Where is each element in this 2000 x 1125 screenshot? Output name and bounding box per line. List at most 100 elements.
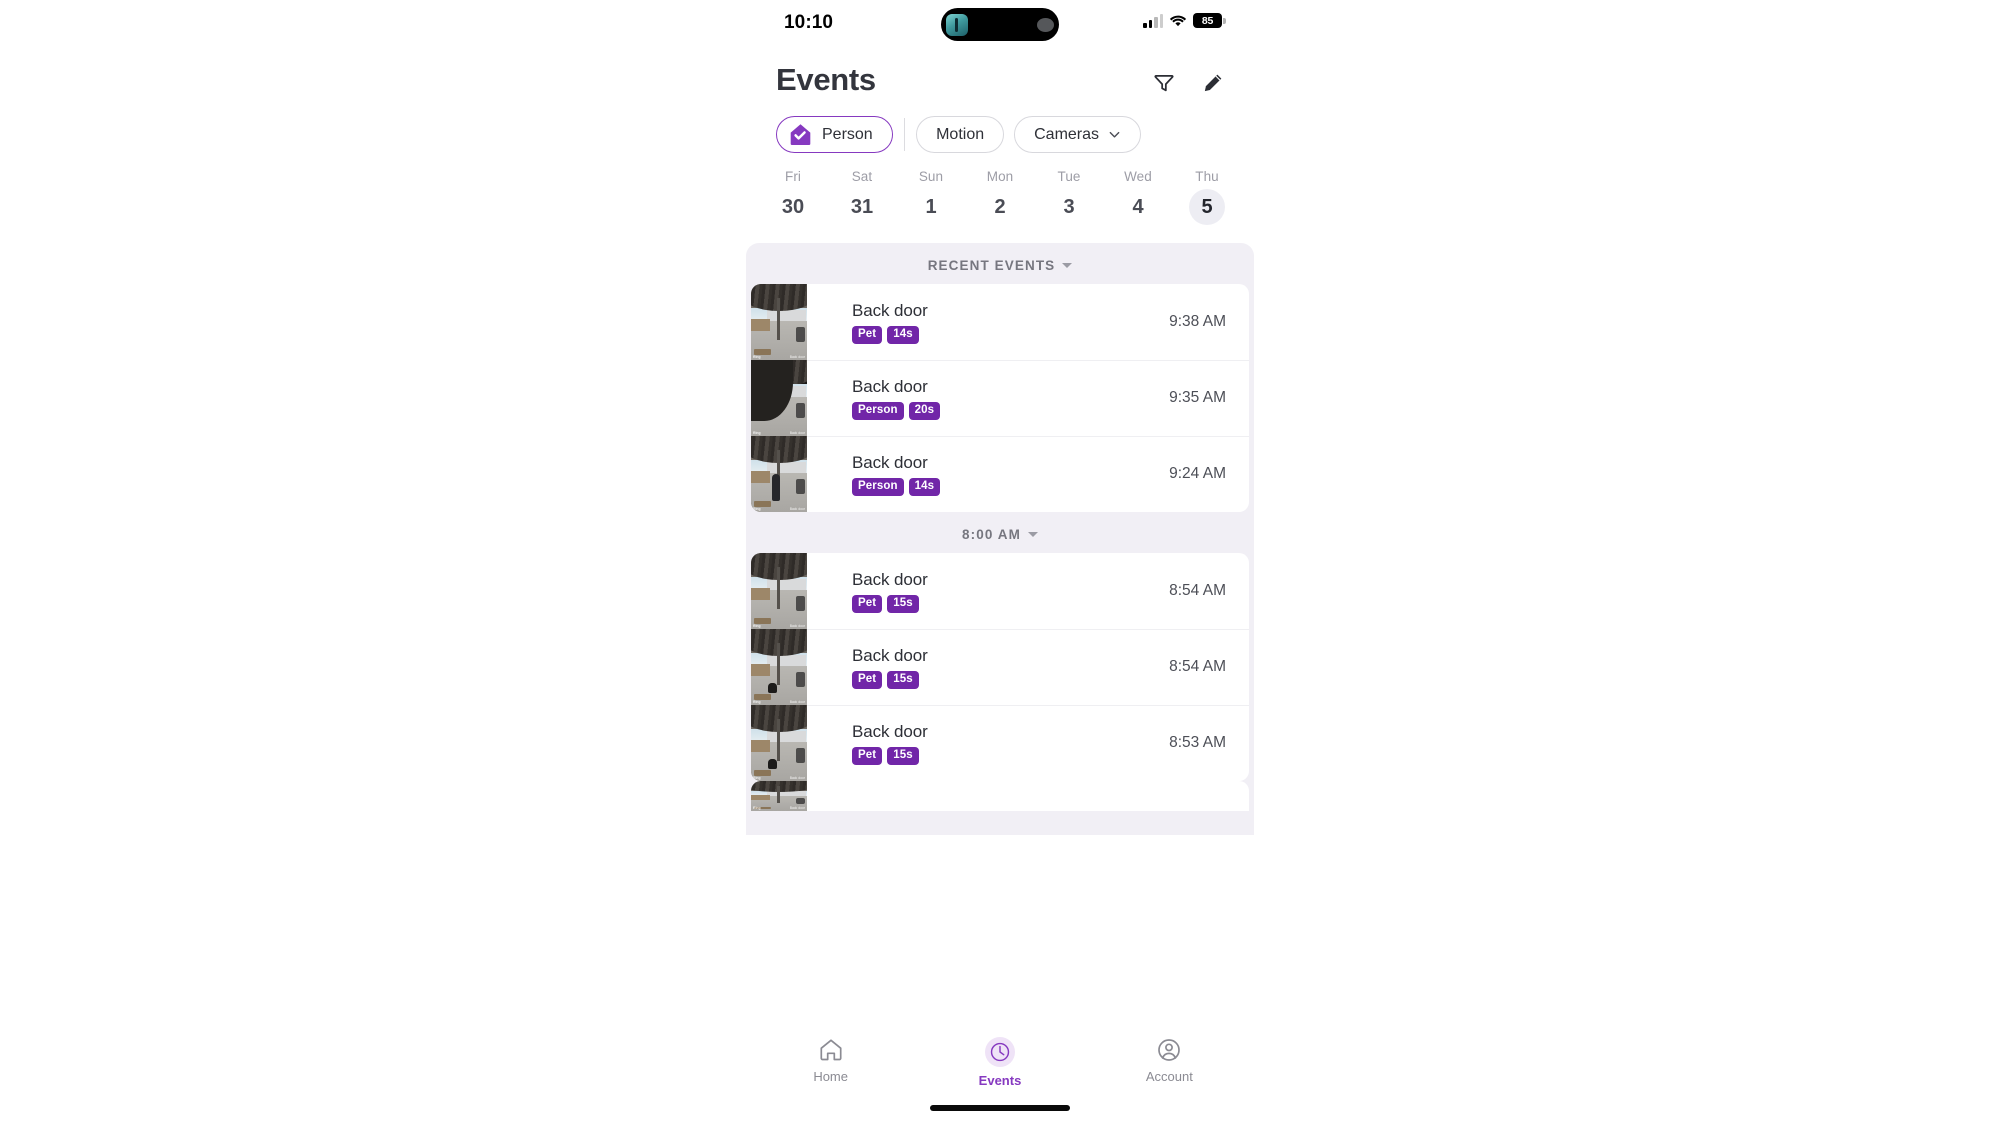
tab-events[interactable]: Events [915, 1037, 1084, 1088]
event-row-content: Back door Pet 15s 8:54 AM [807, 553, 1249, 629]
week-day-5[interactable]: Thu 5 [1184, 169, 1230, 225]
screenshot-canvas: 10:10 85 Events Person Motion Cameras Fr… [0, 0, 2000, 1125]
thumb-timestamp: Ring Back door [753, 507, 805, 511]
week-date-strip: Fri 30 Sat 31 Sun 1 Mon 2 Tue 3 Wed 4 Thu 5 [746, 153, 1254, 225]
filter-chip-motion-label: Motion [936, 125, 985, 143]
event-row-content: Back door Pet 14s 9:38 AM [807, 284, 1249, 360]
event-group-header[interactable]: 8:00 AM [746, 512, 1254, 553]
week-day-31[interactable]: Sat 31 [839, 169, 885, 225]
event-time: 9:24 AM [1169, 465, 1226, 482]
event-details: Back door Pet 15s [852, 570, 928, 613]
events-scroll-area[interactable]: RECENT EVENTS Ring Back door Back door Pet 14… [746, 243, 1254, 835]
event-row-content: Back door Person 20s 9:35 AM [807, 360, 1249, 436]
phone-screen: 10:10 85 Events Person Motion Cameras Fr… [746, 0, 1254, 1125]
event-camera-name: Back door [852, 645, 928, 665]
status-bar: 10:10 85 [746, 0, 1254, 48]
event-time: 8:53 AM [1169, 734, 1226, 751]
event-row[interactable]: Ring Back door Back door Pet 15s 8:54 AM [751, 553, 1249, 629]
event-group-title: 8:00 AM [962, 527, 1021, 542]
live-activity-app-icon[interactable] [946, 13, 968, 36]
event-duration-badge: 15s [887, 746, 919, 765]
cellular-signal-icon [1143, 13, 1163, 28]
week-day-name: Tue [1057, 169, 1081, 184]
week-day-name: Sat [851, 169, 873, 184]
week-day-3[interactable]: Tue 3 [1046, 169, 1092, 225]
week-day-name: Thu [1195, 169, 1219, 184]
tab-account[interactable]: Account [1085, 1037, 1254, 1084]
page-title: Events [776, 62, 876, 97]
caret-down-icon [1062, 263, 1073, 268]
event-type-badge: Pet [852, 670, 883, 689]
event-card: Ring Back door Back door Pet 15s 8:54 AM Ring B… [751, 553, 1249, 781]
event-row[interactable]: Ring Back door Back door Pet 15s 8:54 AM [751, 629, 1249, 705]
week-day-2[interactable]: Mon 2 [977, 169, 1023, 225]
event-row-content: Back door Pet 15s 8:53 AM [807, 705, 1249, 781]
filter-chip-row: Person Motion Cameras [746, 98, 1254, 153]
caret-down-icon [1027, 532, 1038, 537]
event-time: 8:54 AM [1169, 582, 1226, 599]
event-row-content: Back door Pet 15s 8:54 AM [807, 629, 1249, 705]
event-row-content: Back door Person 14s 9:24 AM [807, 436, 1249, 512]
event-thumbnail[interactable]: Ring Back door [751, 705, 807, 781]
week-day-number: 5 [1189, 189, 1225, 225]
filter-chip-person-label: Person [822, 125, 873, 143]
dynamic-island-camera-dot [1037, 17, 1054, 32]
filter-chip-person[interactable]: Person [776, 116, 893, 153]
week-day-number: 4 [1132, 196, 1144, 218]
tab-account-label: Account [1145, 1069, 1193, 1084]
week-day-4[interactable]: Wed 4 [1115, 169, 1161, 225]
thumb-timestamp: Ring Back door [753, 776, 805, 780]
week-day-30[interactable]: Fri 30 [770, 169, 816, 225]
tab-home[interactable]: Home [746, 1037, 915, 1084]
event-thumbnail[interactable]: Ring Back door [751, 284, 807, 360]
status-bar-time: 10:10 [784, 12, 834, 33]
event-details: Back door Pet 15s [852, 722, 928, 765]
event-thumbnail[interactable]: Ring Back door [751, 629, 807, 705]
event-camera-name: Back door [852, 376, 928, 396]
status-bar-indicators: 85 [1143, 13, 1226, 28]
event-badges: Pet 14s [852, 325, 928, 344]
event-row[interactable]: Ring Back door Back door Person 20s 9:35 AM [751, 360, 1249, 436]
thumb-timestamp: Ring Back door [753, 431, 805, 435]
event-duration-badge: 20s [908, 401, 941, 420]
event-details: Back door Pet 15s [852, 646, 928, 689]
battery-icon: 85 [1193, 13, 1226, 28]
event-row[interactable]: Ring Back door Back door Pet 15s 8:53 AM [751, 705, 1249, 781]
event-card-partial: Ring Back door [751, 781, 1249, 811]
wifi-icon [1169, 15, 1187, 26]
event-type-badge: Pet [852, 325, 883, 344]
thumb-timestamp: Ring Back door [753, 624, 805, 628]
event-thumbnail[interactable]: Ring Back door [751, 436, 807, 512]
event-thumbnail[interactable]: Ring Back door [751, 781, 807, 811]
event-camera-name: Back door [852, 721, 928, 741]
pencil-edit-icon[interactable] [1202, 72, 1224, 94]
event-duration-badge: 14s [908, 477, 941, 496]
event-type-badge: Pet [852, 746, 883, 765]
event-type-badge: Person [852, 477, 904, 496]
filter-chip-motion[interactable]: Motion [916, 116, 1005, 153]
event-row[interactable]: Ring Back door Back door Pet 14s 9:38 AM [751, 284, 1249, 360]
event-camera-name: Back door [852, 569, 928, 589]
filter-chip-cameras[interactable]: Cameras [1014, 116, 1142, 153]
event-row-partial[interactable]: Ring Back door [751, 781, 1249, 811]
event-badges: Person 20s [852, 401, 941, 420]
event-row[interactable]: Ring Back door Back door Person 14s 9:24 AM [751, 436, 1249, 512]
bottom-tab-bar: Home Events Account [746, 1027, 1254, 1125]
event-thumbnail[interactable]: Ring Back door [751, 360, 807, 436]
event-type-badge: Person [852, 401, 904, 420]
week-day-1[interactable]: Sun 1 [908, 169, 954, 225]
filter-funnel-icon[interactable] [1153, 72, 1175, 94]
clock-icon [990, 1042, 1010, 1062]
dynamic-island [941, 8, 1059, 41]
tab-events-label: Events [978, 1073, 1022, 1088]
person-circle-icon [1158, 1039, 1181, 1061]
tab-home-label: Home [813, 1069, 848, 1084]
event-badges: Person 14s [852, 477, 941, 496]
week-day-number: 1 [925, 196, 937, 218]
event-details: Back door Person 14s [852, 453, 941, 496]
week-day-name: Wed [1124, 169, 1152, 184]
event-group-header[interactable]: RECENT EVENTS [746, 243, 1254, 284]
event-badges: Pet 15s [852, 594, 928, 613]
event-thumbnail[interactable]: Ring Back door [751, 553, 807, 629]
event-type-badge: Pet [852, 594, 883, 613]
